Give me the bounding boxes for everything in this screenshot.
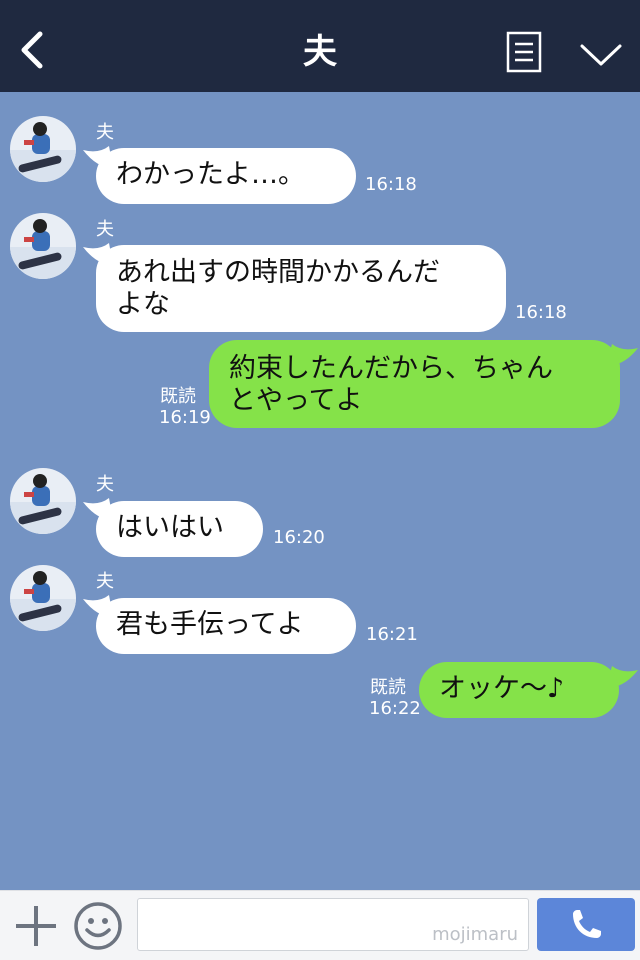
- chevron-down-icon[interactable]: [579, 40, 623, 68]
- message-line: オッケ〜♪: [439, 673, 565, 704]
- sender-name: 夫: [96, 571, 114, 592]
- message-line: よな: [116, 289, 170, 320]
- sender-name: 夫: [96, 122, 114, 143]
- watermark-text: mojimaru: [432, 924, 518, 945]
- avatar[interactable]: [10, 565, 76, 631]
- message-line: わかったよ…。: [116, 159, 305, 190]
- message-time: 16:22: [369, 698, 421, 719]
- avatar[interactable]: [10, 213, 76, 279]
- phone-icon: [573, 910, 601, 938]
- plus-icon[interactable]: [14, 904, 58, 948]
- message-bubble[interactable]: わかったよ…。: [96, 148, 356, 204]
- message-bubble[interactable]: あれ出すの時間かかるんだ よな: [96, 245, 506, 332]
- message-bubble[interactable]: 約束したんだから、ちゃん とやってよ: [209, 340, 620, 428]
- message-line: あれ出すの時間かかるんだ: [116, 257, 440, 288]
- sender-name: 夫: [96, 474, 114, 495]
- emoji-icon[interactable]: [73, 901, 123, 951]
- message-bubble[interactable]: はいはい: [96, 501, 263, 557]
- message-line: はいはい: [116, 512, 224, 543]
- message-time: 16:20: [273, 527, 325, 548]
- sender-name: 夫: [96, 219, 114, 240]
- message-time: 16:19: [159, 407, 211, 428]
- message-time: 16:21: [366, 624, 418, 645]
- message-line: 君も手伝ってよ: [116, 609, 304, 640]
- message-line: とやってよ: [229, 385, 363, 416]
- message-input[interactable]: mojimaru: [137, 898, 529, 951]
- chat-title: 夫: [303, 32, 337, 72]
- message-bubble[interactable]: 君も手伝ってよ: [96, 598, 356, 654]
- message-time: 16:18: [515, 302, 567, 323]
- header-bar: 夫: [0, 0, 640, 92]
- chat-area[interactable]: 夫 わかったよ…。 16:18 夫 あれ出すの時間かかるんだ よな 16:18 …: [0, 92, 640, 890]
- read-receipt: 既読: [370, 677, 406, 698]
- input-bar: mojimaru: [0, 890, 640, 960]
- message-time: 16:18: [365, 174, 417, 195]
- notes-icon[interactable]: [506, 31, 542, 73]
- avatar[interactable]: [10, 116, 76, 182]
- message-line: 約束したんだから、ちゃん: [229, 353, 553, 384]
- read-receipt: 既読: [160, 386, 196, 407]
- message-bubble[interactable]: オッケ〜♪: [419, 662, 619, 718]
- call-button[interactable]: [537, 898, 635, 951]
- avatar[interactable]: [10, 468, 76, 534]
